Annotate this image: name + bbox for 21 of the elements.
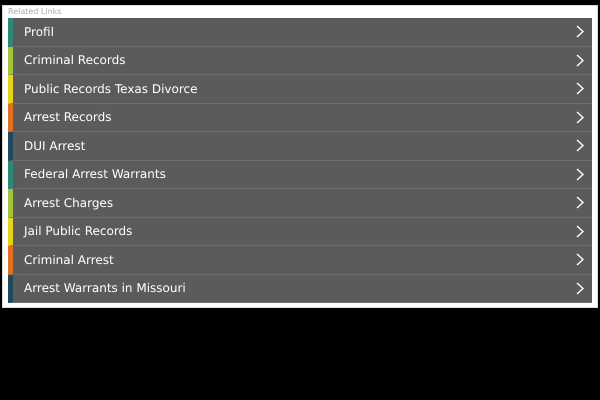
- link-row[interactable]: Arrest Charges: [8, 189, 592, 218]
- chevron-right-icon: [576, 196, 584, 210]
- link-row[interactable]: Criminal Arrest: [8, 246, 592, 274]
- link-row[interactable]: Criminal Records: [8, 46, 592, 75]
- link-row[interactable]: Profil: [8, 18, 592, 46]
- link-row[interactable]: Public Records Texas Divorce: [8, 75, 592, 104]
- link-row[interactable]: Arrest Records: [8, 104, 592, 132]
- link-row[interactable]: Arrest Warrants in Missouri: [8, 274, 592, 303]
- chevron-right-icon: [576, 224, 584, 238]
- link-row[interactable]: Federal Arrest Warrants: [8, 160, 592, 189]
- panel-title: Related Links: [8, 6, 62, 18]
- chevron-right-icon: [576, 82, 584, 96]
- chevron-right-icon: [576, 139, 584, 152]
- chevron-right-icon: [576, 282, 584, 295]
- chevron-right-icon: [576, 253, 584, 266]
- link-row[interactable]: DUI Arrest: [8, 132, 592, 160]
- chevron-right-icon: [576, 168, 584, 181]
- link-row[interactable]: Jail Public Records: [8, 218, 592, 246]
- chevron-right-icon: [576, 110, 584, 124]
- chevron-right-icon: [576, 25, 584, 38]
- chevron-right-icon: [576, 54, 584, 67]
